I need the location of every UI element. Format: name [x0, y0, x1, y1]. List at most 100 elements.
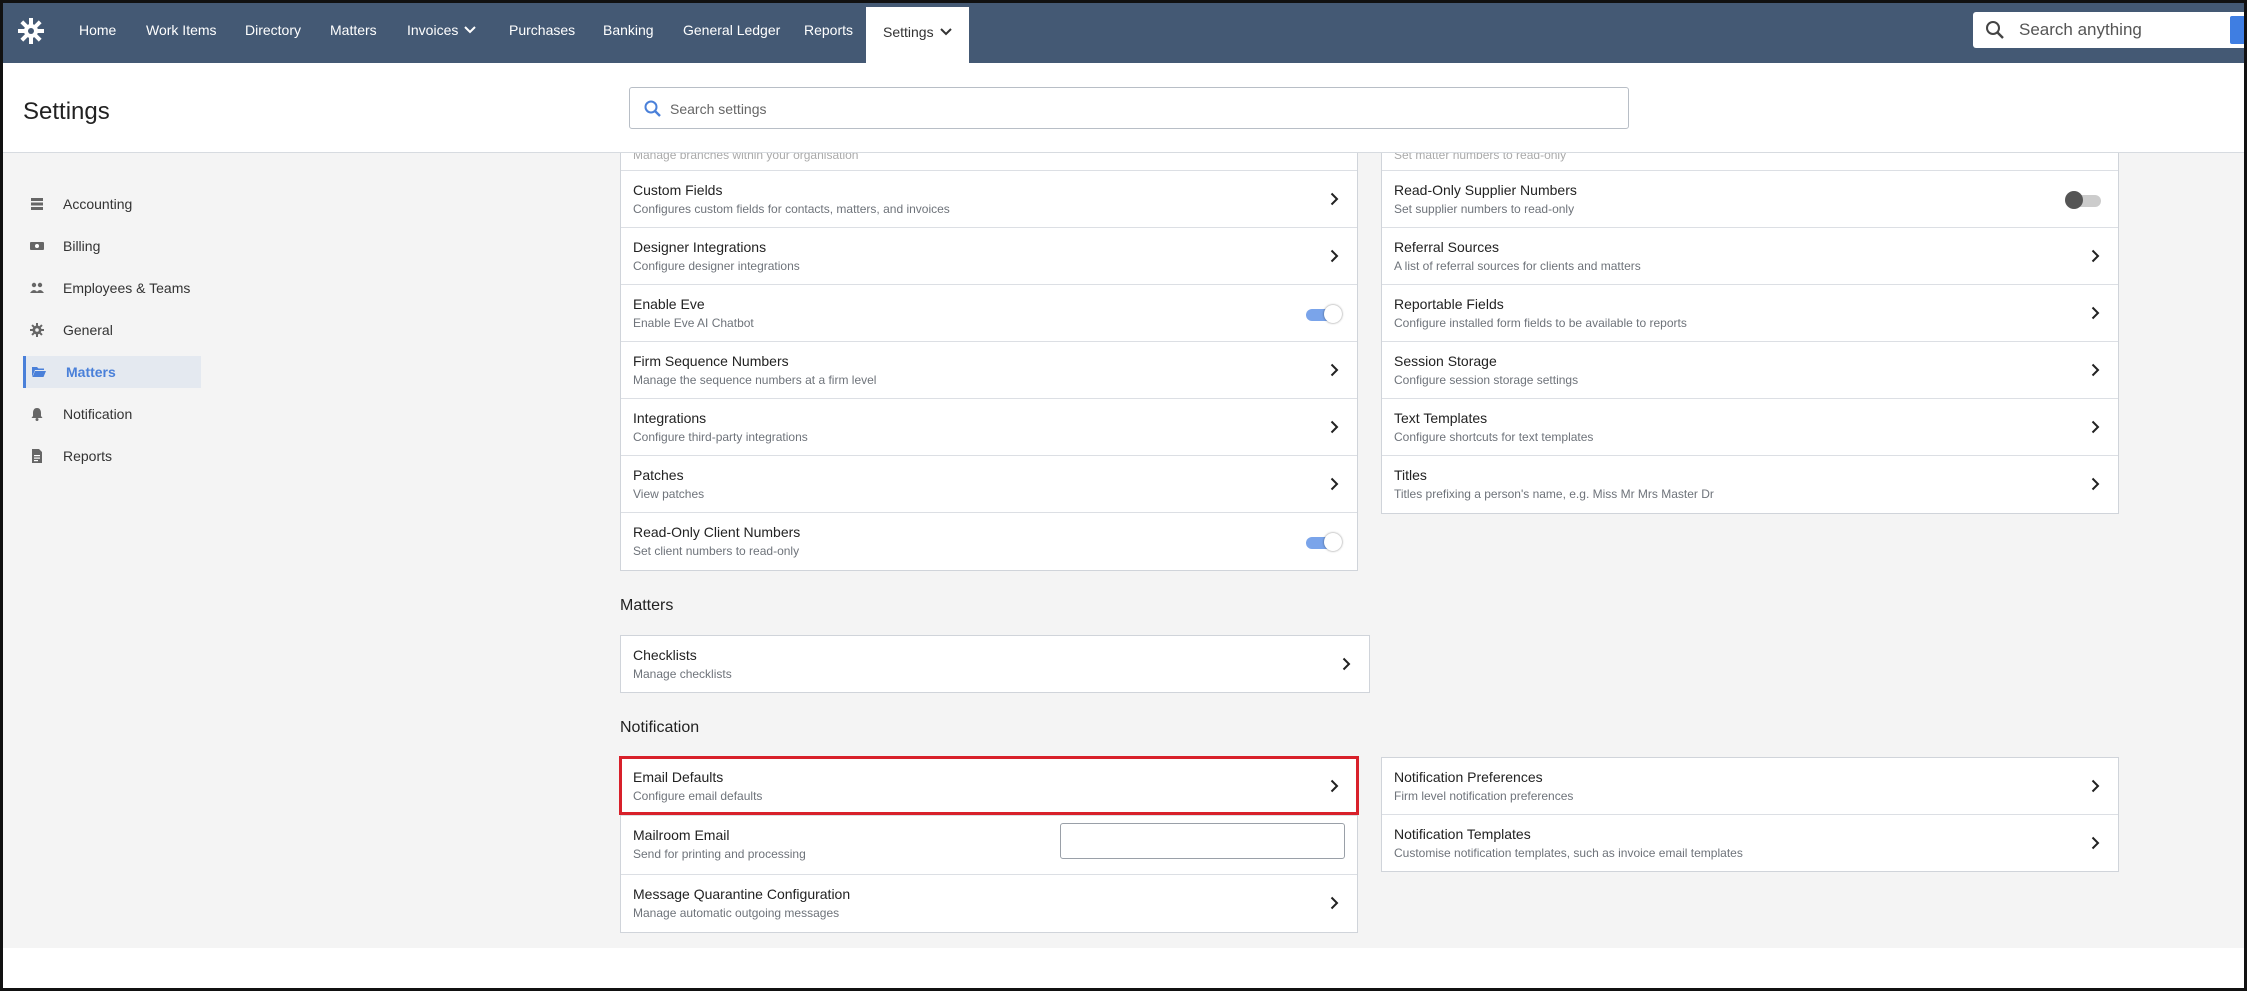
setting-row-notification-preferences[interactable]: Notification Preferences Firm level noti… [1382, 758, 2118, 815]
setting-row-read-only-supplier-numbers: Read-Only Supplier Numbers Set supplier … [1382, 171, 2118, 228]
nav-invoices-label: Invoices [407, 22, 459, 38]
top-nav: Home Work Items Directory Matters Invoic… [3, 3, 2244, 63]
setting-title: Firm Sequence Numbers [633, 353, 789, 369]
chevron-right-icon [2091, 306, 2100, 320]
search-icon [1986, 21, 2004, 39]
chevron-right-icon [2091, 249, 2100, 263]
setting-title: Email Defaults [633, 769, 724, 785]
sidebar-item-employees-teams[interactable]: Employees & Teams [23, 272, 201, 304]
nav-directory[interactable]: Directory [245, 3, 301, 57]
chevron-right-icon [1330, 779, 1339, 793]
general-settings-left-card: Manage branches within your organisation… [620, 123, 1358, 571]
nav-reports[interactable]: Reports [804, 3, 853, 57]
nav-general-ledger[interactable]: General Ledger [683, 3, 780, 57]
search-icon [644, 100, 661, 117]
setting-row-referral-sources[interactable]: Referral Sources A list of referral sour… [1382, 228, 2118, 285]
sidebar-item-reports[interactable]: Reports [23, 440, 201, 472]
nav-invoices[interactable]: Invoices [407, 3, 477, 57]
global-search-button[interactable] [2230, 16, 2244, 44]
setting-title: Notification Preferences [1394, 769, 1543, 785]
setting-subtitle: Manage automatic outgoing messages [633, 906, 840, 920]
chevron-right-icon [1342, 657, 1351, 671]
setting-row-email-defaults[interactable]: Email Defaults Configure email defaults [619, 756, 1359, 816]
setting-row-custom-fields[interactable]: Custom Fields Configures custom fields f… [621, 171, 1357, 228]
setting-row-reportable-fields[interactable]: Reportable Fields Configure installed fo… [1382, 285, 2118, 342]
setting-title: Designer Integrations [633, 239, 767, 255]
chevron-right-icon [2091, 477, 2100, 491]
sidebar-item-general[interactable]: General [23, 314, 201, 346]
setting-row-checklists[interactable]: Checklists Manage checklists [621, 636, 1369, 693]
setting-title: Session Storage [1394, 353, 1497, 369]
sidebar-item-label: Notification [63, 406, 133, 422]
setting-row-notification-templates[interactable]: Notification Templates Customise notific… [1382, 815, 2118, 872]
setting-subtitle: Configure third-party integrations [633, 430, 808, 444]
chevron-right-icon [2091, 836, 2100, 850]
chevron-right-icon [2091, 363, 2100, 377]
setting-title: Patches [633, 467, 684, 483]
app-logo-icon[interactable] [17, 17, 45, 45]
nav-work-items[interactable]: Work Items [146, 3, 217, 57]
chevron-down-icon [464, 26, 477, 34]
sidebar-item-label: Employees & Teams [63, 280, 191, 296]
read-only-supplier-numbers-toggle[interactable] [2065, 191, 2103, 209]
chevron-right-icon [1330, 896, 1339, 910]
highlight-box [619, 756, 1359, 815]
sidebar-item-accounting[interactable]: Accounting [23, 188, 201, 220]
settings-search-input[interactable] [670, 98, 1570, 120]
gear-icon [30, 323, 44, 337]
setting-title: Checklists [633, 647, 697, 663]
chevron-down-icon [939, 28, 952, 36]
notification-settings-right-card: Notification Preferences Firm level noti… [1381, 757, 2119, 872]
section-title-matters: Matters [620, 597, 674, 614]
global-search [1973, 12, 2244, 48]
setting-title: Titles [1394, 467, 1427, 483]
chevron-right-icon [1330, 249, 1339, 263]
mailroom-email-input[interactable] [1060, 823, 1345, 859]
nav-settings[interactable]: Settings [866, 7, 969, 63]
setting-row-message-quarantine-configuration[interactable]: Message Quarantine Configuration Manage … [621, 875, 1357, 934]
setting-title: Read-Only Supplier Numbers [1394, 182, 1577, 198]
chevron-right-icon [1330, 192, 1339, 206]
setting-row-text-templates[interactable]: Text Templates Configure shortcuts for t… [1382, 399, 2118, 456]
nav-matters[interactable]: Matters [330, 3, 377, 57]
setting-subtitle: A list of referral sources for clients a… [1394, 259, 1641, 273]
setting-subtitle: Configure email defaults [633, 789, 763, 803]
setting-title: Mailroom Email [633, 827, 730, 843]
setting-row-designer-integrations[interactable]: Designer Integrations Configure designer… [621, 228, 1357, 285]
nav-home[interactable]: Home [79, 3, 116, 57]
billing-icon [30, 242, 44, 250]
sidebar-item-label: General [63, 322, 113, 338]
setting-row-patches[interactable]: Patches View patches [621, 456, 1357, 513]
team-icon [30, 282, 44, 293]
bell-icon [31, 408, 43, 421]
setting-row-session-storage[interactable]: Session Storage Configure session storag… [1382, 342, 2118, 399]
setting-subtitle: Configure designer integrations [633, 259, 800, 273]
sidebar-item-matters[interactable]: Matters [23, 356, 201, 388]
setting-title: Read-Only Client Numbers [633, 524, 801, 540]
settings-search [629, 87, 1629, 129]
setting-title: Custom Fields [633, 182, 723, 198]
sidebar-item-label: Accounting [63, 196, 133, 212]
notification-settings-left-card: Email Defaults Configure email defaults … [619, 756, 1359, 934]
chevron-right-icon [2091, 779, 2100, 793]
setting-title: Enable Eve [633, 296, 705, 312]
setting-title: Integrations [633, 410, 707, 426]
nav-banking[interactable]: Banking [603, 3, 654, 57]
setting-row-integrations[interactable]: Integrations Configure third-party integ… [621, 399, 1357, 456]
setting-title: Text Templates [1394, 410, 1488, 426]
nav-purchases[interactable]: Purchases [509, 3, 575, 57]
setting-subtitle: Titles prefixing a person's name, e.g. M… [1394, 487, 1714, 501]
sidebar-item-notification[interactable]: Notification [23, 398, 201, 430]
read-only-client-numbers-toggle[interactable] [1304, 533, 1342, 551]
chevron-right-icon [1330, 477, 1339, 491]
global-search-input[interactable] [2019, 18, 2219, 42]
general-settings-right-card: Set matter numbers to read-only Read-Onl… [1381, 123, 2119, 514]
setting-row-titles[interactable]: Titles Titles prefixing a person's name,… [1382, 456, 2118, 513]
setting-subtitle: Configure shortcuts for text templates [1394, 430, 1594, 444]
sidebar-item-billing[interactable]: Billing [23, 230, 201, 262]
enable-eve-toggle[interactable] [1304, 305, 1342, 323]
setting-row-firm-sequence-numbers[interactable]: Firm Sequence Numbers Manage the sequenc… [621, 342, 1357, 399]
setting-title: Reportable Fields [1394, 296, 1504, 312]
chevron-right-icon [1330, 363, 1339, 377]
folder-open-icon [32, 367, 46, 377]
